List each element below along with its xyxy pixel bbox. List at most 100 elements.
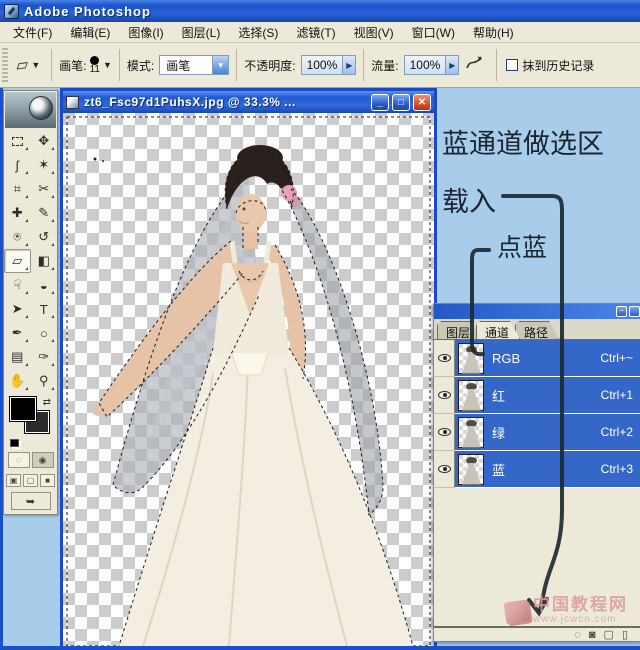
chevron-down-icon[interactable]: ▼ (103, 60, 112, 70)
document-title: zt6_Fsc97d1PuhsX.jpg @ 33.3% ... (84, 95, 371, 109)
tool-eraser[interactable]: ▱ (4, 249, 31, 273)
toolbox-banner[interactable] (5, 92, 56, 128)
menu-file[interactable]: 文件(F) (4, 22, 61, 43)
panel-close-button[interactable] (629, 306, 640, 317)
combo-arrow-icon[interactable]: ▼ (212, 56, 228, 74)
tool-clone-stamp[interactable]: ⍟ (4, 225, 31, 249)
tool-magic-wand[interactable]: ✶ (31, 153, 58, 177)
menu-select[interactable]: 选择(S) (229, 22, 287, 43)
panel-minimize-button[interactable]: − (616, 306, 627, 317)
tool-crop[interactable]: ⌗ (4, 177, 31, 201)
tool-type[interactable]: T (31, 297, 58, 321)
tool-history-brush[interactable]: ↺ (31, 225, 58, 249)
tool-gradient[interactable]: ◧ (31, 249, 58, 273)
doc-close-button[interactable]: ✕ (413, 94, 431, 111)
document-titlebar[interactable]: zt6_Fsc97d1PuhsX.jpg @ 33.3% ... _ □ ✕ (63, 91, 434, 113)
tool-healing-brush[interactable]: ✚ (4, 201, 31, 225)
tab-paths[interactable]: 路径 (515, 321, 559, 339)
healing-brush-icon: ✚ (12, 205, 23, 221)
clone-stamp-icon: ⍟ (13, 229, 21, 245)
tool-dodge[interactable]: ◒ (31, 273, 58, 297)
jump-to-imageready-button[interactable]: ➥ (11, 492, 51, 510)
visibility-cell[interactable] (434, 340, 455, 377)
tool-hand[interactable]: ✋ (4, 369, 31, 393)
menu-help[interactable]: 帮助(H) (464, 22, 523, 43)
photoshop-window: Adobe Photoshop 文件(F) 编辑(E) 图像(I) 图层(L) … (0, 0, 640, 650)
tool-eyedropper[interactable]: ✑ (31, 345, 58, 369)
menu-edit[interactable]: 编辑(E) (61, 22, 119, 43)
channel-row-red[interactable]: 红 Ctrl+1 (434, 377, 640, 414)
tool-brush[interactable]: ✎ (31, 201, 58, 225)
delete-channel-button[interactable]: ▯ (622, 630, 628, 641)
watermark-cube-icon (504, 599, 531, 624)
erase-to-history-label: 抹到历史记录 (522, 57, 594, 74)
quick-mask-button[interactable]: ◉ (32, 452, 54, 468)
document-canvas[interactable] (63, 113, 434, 650)
menu-image[interactable]: 图像(I) (119, 22, 172, 43)
tool-rectangular-marquee[interactable] (4, 129, 31, 153)
divider (363, 49, 364, 81)
flow-field[interactable]: 100% ▶ (404, 55, 460, 75)
tool-notes[interactable]: ▤ (4, 345, 31, 369)
crop-icon: ⌗ (14, 181, 21, 197)
tool-lasso[interactable]: ʃ (4, 153, 31, 177)
menu-window[interactable]: 窗口(W) (403, 22, 464, 43)
app-titlebar[interactable]: Adobe Photoshop (0, 0, 640, 22)
options-grip[interactable] (2, 48, 8, 82)
document-icon (66, 96, 79, 109)
document-window: zt6_Fsc97d1PuhsX.jpg @ 33.3% ... _ □ ✕ (60, 88, 437, 650)
tool-smudge[interactable]: ☟ (4, 273, 31, 297)
tool-zoom[interactable]: ⚲ (31, 369, 58, 393)
opacity-field[interactable]: 100% ▶ (301, 55, 357, 75)
channels-panel-titlebar[interactable]: − (434, 304, 640, 319)
channel-row-green[interactable]: 绿 Ctrl+2 (434, 414, 640, 451)
brush-preset-picker[interactable]: 11 (90, 56, 100, 75)
visibility-cell[interactable] (434, 451, 455, 488)
save-selection-as-channel-button[interactable]: ◙ (589, 630, 596, 641)
airbrush-icon[interactable] (465, 55, 483, 76)
divider (51, 49, 52, 81)
load-channel-as-selection-button[interactable]: ◌ (574, 630, 581, 641)
brush-size-value: 11 (90, 65, 100, 75)
default-colors-icon[interactable] (10, 439, 19, 447)
erase-to-history-checkbox[interactable] (506, 59, 518, 71)
tool-move[interactable]: ✥ (31, 129, 58, 153)
dodge-icon: ◒ (40, 278, 48, 293)
tool-pen[interactable]: ✒ (4, 321, 31, 345)
menu-filter[interactable]: 滤镜(T) (287, 22, 344, 43)
active-tool-preset[interactable]: ▱ ▼ (16, 55, 40, 75)
notes-icon: ▤ (11, 349, 23, 365)
foreground-color-swatch[interactable] (10, 397, 36, 421)
fullscreen-button[interactable]: ■ (40, 474, 55, 487)
spin-arrow-icon[interactable]: ▶ (445, 56, 458, 74)
new-channel-button[interactable]: ▢ (604, 630, 614, 641)
visibility-cell[interactable] (434, 377, 455, 414)
fullscreen-menubar-button[interactable]: ▢ (23, 474, 38, 487)
tool-path-selection[interactable]: ➤ (4, 297, 31, 321)
channel-row-rgb[interactable]: RGB Ctrl+~ (434, 340, 640, 377)
doc-minimize-button[interactable]: _ (371, 94, 389, 111)
history-brush-icon: ↺ (38, 229, 49, 245)
mode-select[interactable]: 画笔 ▼ (159, 55, 229, 75)
swap-colors-icon[interactable]: ⇄ (43, 397, 51, 408)
doc-maximize-button[interactable]: □ (392, 94, 410, 111)
tab-layers[interactable]: 图层 (437, 321, 481, 339)
tool-grid: ✥ ʃ ✶ ⌗ ✂ ✚ ✎ ⍟ ↺ ▱ ◧ ☟ ◒ ➤ T ✒ ○ ▤ ✑ ✋ … (4, 129, 57, 393)
tool-slice[interactable]: ✂ (31, 177, 58, 201)
channels-panel: − 图层 通道 路径 RGB Ctrl+~ 红 Ctrl+1 (433, 303, 640, 642)
visibility-cell[interactable] (434, 414, 455, 451)
annotation-blue-channel-selection: 蓝通道做选区 (442, 122, 604, 161)
channel-shortcut: Ctrl+3 (601, 462, 633, 476)
standard-mode-button[interactable]: ◌ (8, 452, 30, 468)
gradient-icon: ◧ (38, 253, 50, 269)
channel-thumbnail (458, 380, 484, 411)
spin-arrow-icon[interactable]: ▶ (342, 56, 355, 74)
standard-screen-button[interactable]: ▣ (6, 474, 21, 487)
tab-channels[interactable]: 通道 (476, 321, 520, 339)
hand-icon: ✋ (9, 373, 25, 389)
menu-layer[interactable]: 图层(L) (173, 22, 230, 43)
eraser-tool-icon: ▱ (15, 54, 30, 76)
menu-view[interactable]: 视图(V) (345, 22, 403, 43)
tool-shape[interactable]: ○ (31, 321, 58, 345)
channel-row-blue[interactable]: 蓝 Ctrl+3 (434, 451, 640, 488)
